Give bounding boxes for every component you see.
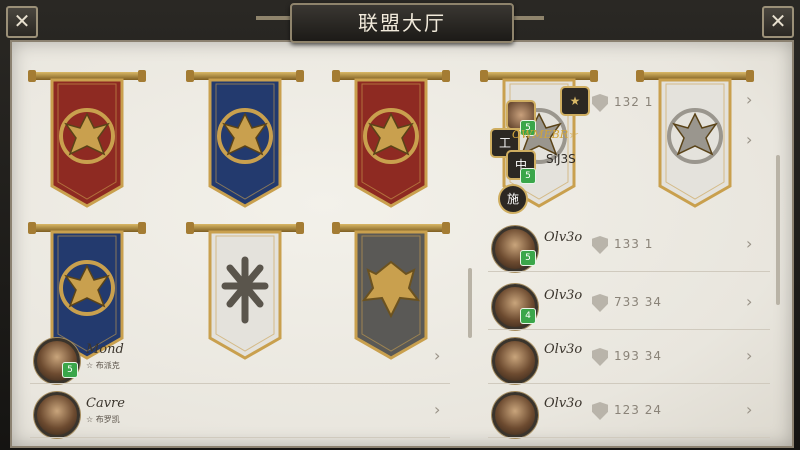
list-item[interactable]: Cavre ☆ 布罗凯 › — [30, 390, 450, 438]
avatar[interactable] — [34, 392, 80, 438]
close-button-left[interactable]: ✕ — [6, 6, 38, 38]
member-power: 733 34 — [614, 295, 662, 309]
star-rank-icon: ★ — [560, 86, 590, 116]
banner-red[interactable] — [332, 70, 450, 212]
chevron-right-icon[interactable]: › — [746, 90, 752, 109]
crest-icon — [50, 78, 124, 208]
chevron-right-icon[interactable]: › — [434, 400, 440, 419]
row-divider — [30, 437, 450, 438]
member-name: Olv3o — [544, 342, 583, 357]
scrollbar-right[interactable] — [776, 155, 780, 305]
member-name: Olv3o — [544, 396, 583, 411]
chevron-right-icon[interactable]: › — [746, 346, 752, 365]
avatar[interactable] — [492, 338, 538, 384]
member-gold-name: OWMEBR☆ — [512, 128, 578, 141]
level-badge: 5 — [520, 168, 536, 184]
power-shield-icon — [592, 294, 608, 312]
scrollbar-middle[interactable] — [468, 268, 472, 338]
avatar[interactable] — [492, 392, 538, 438]
banner-blue[interactable] — [186, 70, 304, 212]
list-item[interactable]: 5 Olv3o 133 1 › — [488, 224, 770, 272]
member-subtitle: ☆ 布派克 — [86, 361, 120, 370]
member-name: Mond — [86, 342, 124, 357]
power-shield-icon — [592, 236, 608, 254]
member-power: 193 34 — [614, 349, 662, 363]
chevron-right-icon[interactable]: › — [746, 400, 752, 419]
crest-icon — [208, 78, 282, 208]
power-shield-icon — [592, 348, 608, 366]
row-divider — [488, 271, 770, 272]
chevron-right-icon[interactable]: › — [746, 292, 752, 311]
list-item[interactable]: Olv3o 193 34 › — [488, 336, 770, 384]
level-badge: 5 — [520, 250, 536, 266]
member-power: 133 1 — [614, 237, 654, 251]
row-divider — [488, 437, 770, 438]
crest-icon — [354, 78, 428, 208]
row-divider — [488, 329, 770, 330]
close-button-right[interactable]: ✕ — [762, 6, 794, 38]
crest-icon — [658, 78, 732, 208]
member-name: Olv3o — [544, 230, 583, 245]
page-title: 联盟大厅 — [358, 11, 446, 35]
list-item[interactable]: 5 Mond ☆ 布派克 › — [30, 336, 450, 384]
level-badge: 5 — [62, 362, 78, 378]
title-plate: 联盟大厅 — [290, 3, 514, 43]
member-power: 123 24 — [614, 403, 662, 417]
level-badge: 4 — [520, 308, 536, 324]
member-name: Olv3o — [544, 288, 583, 303]
chevron-right-icon[interactable]: › — [746, 234, 752, 253]
list-item[interactable]: Olv3o 123 24 › — [488, 390, 770, 438]
member-power: 132 1 — [614, 95, 654, 109]
member-glyph-3[interactable]: 施 — [498, 184, 528, 214]
row-divider — [488, 383, 770, 384]
member-name: Cavre — [86, 396, 125, 411]
banner-red[interactable] — [28, 70, 146, 212]
banner-white[interactable] — [636, 70, 754, 212]
power-shield-icon — [592, 402, 608, 420]
list-item[interactable]: 4 Olv3o 733 34 › — [488, 282, 770, 330]
title-ornament-left — [256, 16, 294, 20]
row-divider — [30, 383, 450, 384]
member-subtitle: ☆ 布罗凯 — [86, 415, 120, 424]
chevron-right-icon[interactable]: › — [434, 346, 440, 365]
chevron-right-icon[interactable]: › — [746, 130, 752, 149]
member-label: SiJ3S — [546, 152, 576, 166]
